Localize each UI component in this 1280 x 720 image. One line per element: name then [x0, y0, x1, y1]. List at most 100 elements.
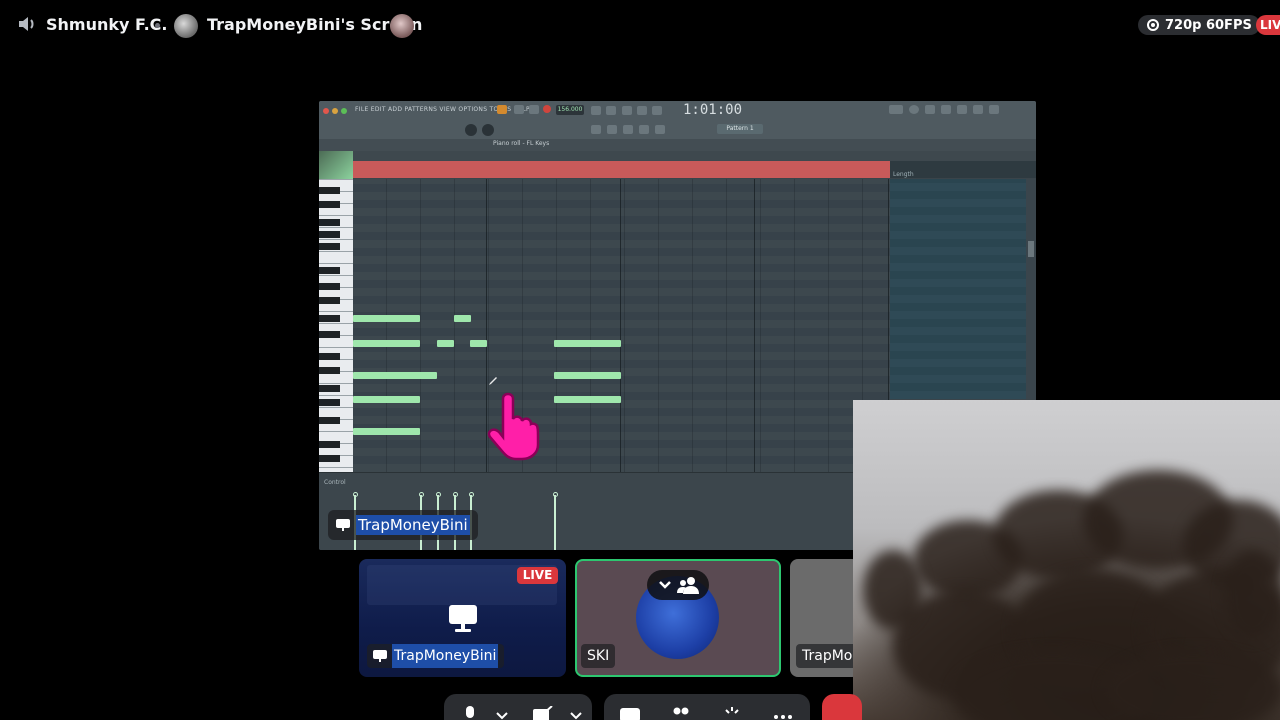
webcam-feed[interactable]: [853, 400, 1280, 720]
tempo-display[interactable]: 156.000: [556, 105, 584, 115]
timeline-ruler[interactable]: [353, 151, 1036, 161]
hair-texture: [863, 550, 923, 630]
master-pitch-knob[interactable]: [482, 124, 494, 136]
velocity-handle[interactable]: [418, 492, 424, 497]
people-icon[interactable]: [676, 576, 699, 594]
play-button[interactable]: [514, 105, 524, 114]
server-name[interactable]: Shmunky F.C.: [46, 15, 167, 34]
chevron-down-icon[interactable]: [658, 580, 672, 590]
tile-name-label: TrapMon: [796, 644, 856, 668]
channel-rack-icon[interactable]: [925, 105, 935, 114]
snap-icon[interactable]: [591, 125, 601, 134]
white-key-divider: [319, 215, 353, 216]
vertical-scrollbar[interactable]: [1026, 179, 1036, 399]
song-position: 1:01:00: [683, 102, 743, 118]
stream-owner-label: TrapMoneyBini: [328, 510, 478, 540]
arrow-icon[interactable]: [607, 125, 617, 134]
black-key[interactable]: [319, 331, 340, 338]
black-key[interactable]: [319, 283, 340, 290]
eye-icon: [1147, 19, 1159, 31]
black-key[interactable]: [319, 399, 340, 406]
midi-note[interactable]: [437, 340, 454, 347]
midi-note[interactable]: [554, 396, 621, 403]
black-key[interactable]: [319, 243, 340, 250]
master-volume-knob[interactable]: [465, 124, 477, 136]
step-edit-icon[interactable]: [652, 106, 662, 115]
black-key[interactable]: [319, 417, 340, 424]
help-icon[interactable]: [957, 105, 967, 114]
midi-note[interactable]: [554, 372, 621, 379]
link-icon[interactable]: [639, 125, 649, 134]
scrollbar-thumb[interactable]: [1028, 241, 1034, 257]
stamp-icon[interactable]: [655, 125, 665, 134]
black-key[interactable]: [319, 267, 340, 274]
black-key[interactable]: [319, 353, 340, 360]
activities-icon[interactable]: [671, 706, 691, 720]
black-key[interactable]: [319, 219, 340, 226]
black-key[interactable]: [319, 297, 340, 304]
black-key[interactable]: [319, 367, 340, 374]
velocity-handle[interactable]: [468, 492, 474, 497]
chevron-down-icon[interactable]: [569, 712, 583, 720]
black-key[interactable]: [319, 315, 340, 322]
pencil-cursor-icon: [489, 377, 497, 385]
share-screen-icon[interactable]: [619, 706, 641, 720]
black-key[interactable]: [319, 455, 340, 462]
loop-bar[interactable]: [353, 161, 890, 178]
white-key-divider: [319, 431, 353, 432]
white-key-divider: [319, 407, 353, 408]
tile-name-label: TrapMoneyBini: [367, 644, 505, 668]
piano-roll-corner: [319, 151, 353, 179]
piano-roll-icon[interactable]: [941, 105, 951, 114]
black-key[interactable]: [319, 441, 340, 448]
pattern-selector[interactable]: Pattern 1: [717, 124, 763, 134]
piano-keyboard[interactable]: [319, 179, 353, 472]
black-key[interactable]: [319, 385, 340, 392]
microphone-icon[interactable]: [461, 706, 479, 720]
black-key[interactable]: [319, 187, 340, 194]
monitor-icon: [373, 650, 387, 662]
midi-note[interactable]: [353, 396, 420, 403]
loop-record-icon[interactable]: [637, 106, 647, 115]
chevron-down-icon[interactable]: [495, 712, 509, 720]
disconnect-button[interactable]: [822, 694, 862, 720]
velocity-handle[interactable]: [452, 492, 458, 497]
soundboard-icon[interactable]: [722, 706, 742, 720]
stop-button[interactable]: [529, 105, 539, 114]
monitor-icon: [449, 605, 477, 632]
viewer-avatar: [390, 14, 414, 38]
velocity-handle[interactable]: [552, 492, 558, 497]
ruler-label: Length: [893, 171, 914, 178]
speaker-icon[interactable]: [16, 13, 38, 35]
midi-note[interactable]: [353, 372, 437, 379]
pencil-tool-icon[interactable]: [623, 125, 633, 134]
midi-note[interactable]: [454, 315, 471, 322]
stream-quality-badge[interactable]: 720p 60FPS: [1138, 15, 1260, 35]
black-key[interactable]: [319, 231, 340, 238]
midi-note[interactable]: [353, 428, 420, 435]
browser-icon[interactable]: [973, 105, 983, 114]
countdown-icon[interactable]: [622, 106, 632, 115]
velocity-handle[interactable]: [352, 492, 358, 497]
white-key-divider: [319, 239, 353, 240]
velocity-handle[interactable]: [435, 492, 441, 497]
note-grid[interactable]: [353, 179, 890, 472]
midi-note[interactable]: [470, 340, 487, 347]
wait-icon[interactable]: [606, 106, 616, 115]
camera-off-icon[interactable]: [532, 706, 554, 720]
metronome-icon[interactable]: [591, 106, 601, 115]
mixer-icon[interactable]: [909, 105, 919, 114]
hair-texture: [1223, 550, 1280, 640]
record-button[interactable]: [543, 105, 551, 113]
download-icon[interactable]: [989, 105, 999, 114]
tile-name: TrapMon: [802, 648, 856, 664]
black-key[interactable]: [319, 201, 340, 208]
white-key-divider: [319, 323, 353, 324]
more-options-icon[interactable]: [773, 714, 793, 720]
midi-note[interactable]: [353, 340, 420, 347]
white-key-divider: [319, 395, 353, 396]
velocity-bar[interactable]: [554, 495, 556, 550]
pattern-song-toggle[interactable]: [497, 105, 507, 114]
midi-note[interactable]: [554, 340, 621, 347]
midi-note[interactable]: [353, 315, 420, 322]
